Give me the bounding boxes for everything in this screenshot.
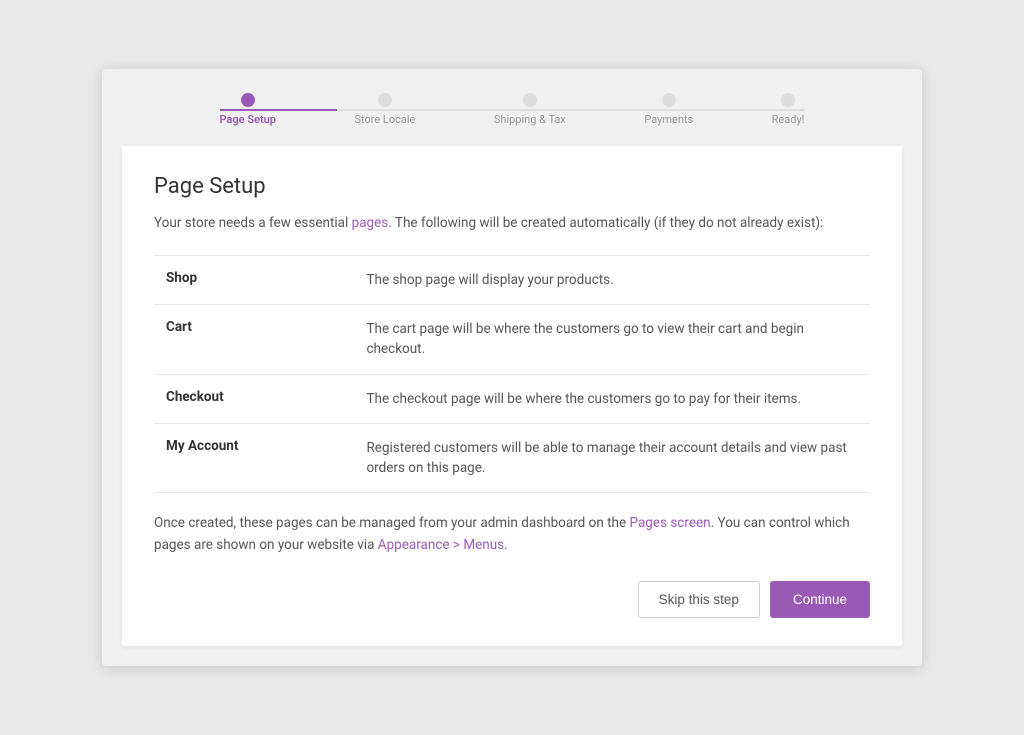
pages-link[interactable]: pages	[352, 215, 389, 231]
page-name-cell: Cart	[154, 305, 354, 375]
pages-screen-link[interactable]: Pages screen	[630, 515, 711, 531]
stepper-item-ready: Ready!	[772, 93, 805, 126]
stepper-dot-payments	[662, 93, 676, 107]
stepper-dot-page-setup	[241, 93, 255, 107]
table-row: Shop The shop page will display your pro…	[154, 255, 870, 304]
stepper-label-payments: Payments	[644, 113, 693, 126]
stepper-dot-store-locale	[378, 93, 392, 107]
stepper-dot-shipping	[523, 93, 537, 107]
footer-text-3: .	[504, 537, 508, 553]
stepper-item-page-setup: Page Setup	[220, 93, 276, 126]
continue-button[interactable]: Continue	[770, 581, 870, 618]
stepper-items: Page Setup Store Locale Shipping & Tax P…	[220, 93, 805, 126]
stepper-item-shipping: Shipping & Tax	[494, 93, 566, 126]
stepper-label-shipping: Shipping & Tax	[494, 113, 566, 126]
page-desc-cell: The checkout page will be where the cust…	[354, 374, 870, 423]
appearance-menus-link[interactable]: Appearance > Menus	[378, 537, 504, 553]
description-text-1: Your store needs a few essential	[154, 215, 352, 231]
page-name-cell: My Account	[154, 423, 354, 493]
stepper-item-store-locale: Store Locale	[354, 93, 415, 126]
stepper-label-page-setup: Page Setup	[220, 113, 276, 126]
stepper: Page Setup Store Locale Shipping & Tax P…	[122, 93, 902, 126]
page-name-cell: Shop	[154, 255, 354, 304]
footer-text-1: Once created, these pages can be managed…	[154, 515, 630, 531]
page-desc-cell: The cart page will be where the customer…	[354, 305, 870, 375]
stepper-label-store-locale: Store Locale	[354, 113, 415, 126]
skip-button[interactable]: Skip this step	[638, 581, 760, 618]
stepper-dot-ready	[781, 93, 795, 107]
page-wrapper: Page Setup Store Locale Shipping & Tax P…	[102, 69, 922, 665]
description-text-2: . The following will be created automati…	[388, 215, 823, 231]
pages-table: Shop The shop page will display your pro…	[154, 255, 870, 494]
table-row: Cart The cart page will be where the cus…	[154, 305, 870, 375]
table-row: My Account Registered customers will be …	[154, 423, 870, 493]
intro-description: Your store needs a few essential pages. …	[154, 213, 870, 235]
table-row: Checkout The checkout page will be where…	[154, 374, 870, 423]
main-card: Page Setup Your store needs a few essent…	[122, 146, 902, 645]
button-row: Skip this step Continue	[154, 581, 870, 618]
stepper-item-payments: Payments	[644, 93, 693, 126]
page-title: Page Setup	[154, 174, 870, 199]
page-name-cell: Checkout	[154, 374, 354, 423]
page-desc-cell: The shop page will display your products…	[354, 255, 870, 304]
page-desc-cell: Registered customers will be able to man…	[354, 423, 870, 493]
stepper-label-ready: Ready!	[772, 113, 805, 126]
footer-description: Once created, these pages can be managed…	[154, 513, 870, 556]
